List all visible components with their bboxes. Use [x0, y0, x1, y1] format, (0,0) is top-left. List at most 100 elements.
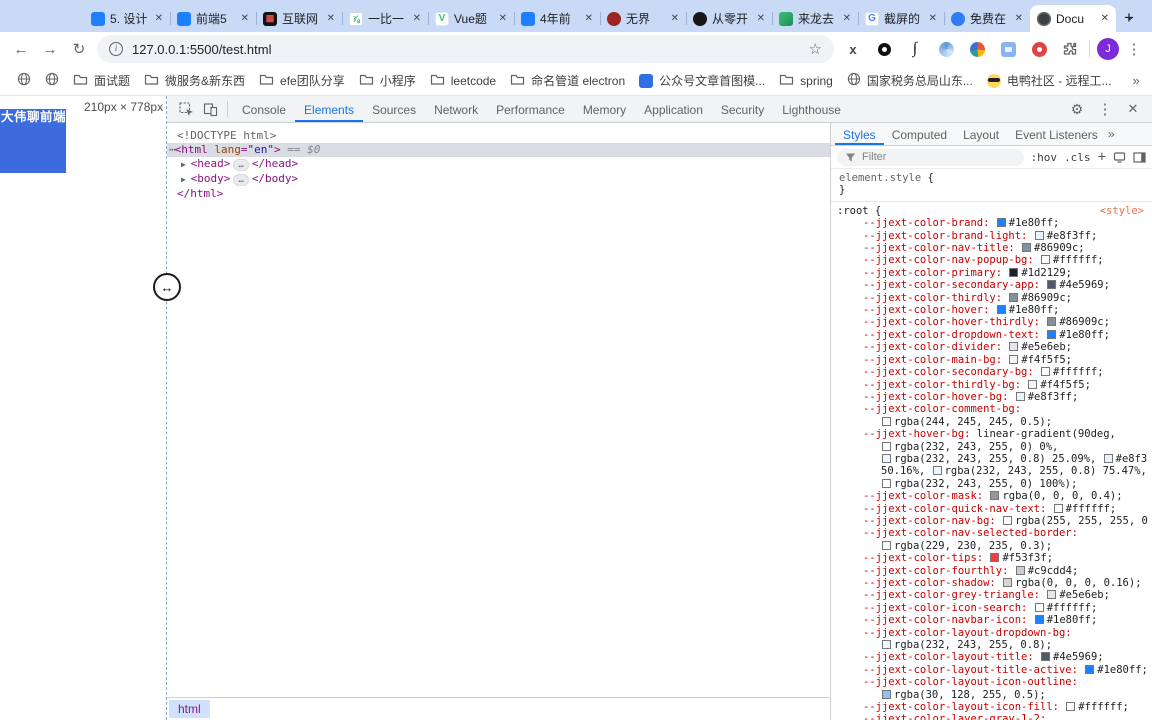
- styles-tab-layout[interactable]: Layout: [955, 124, 1007, 145]
- css-declaration[interactable]: --jjext-color-navbar-icon: #1e80ff;: [837, 614, 1148, 626]
- css-declaration[interactable]: --jjext-color-nav-bg: rgba(255, 255, 255…: [837, 515, 1148, 527]
- reload-button[interactable]: ↻: [68, 40, 90, 58]
- color-swatch[interactable]: [1022, 243, 1031, 252]
- tab-close-icon[interactable]: ✕: [413, 13, 421, 24]
- color-swatch[interactable]: [990, 553, 999, 562]
- color-swatch[interactable]: [882, 417, 891, 426]
- color-swatch[interactable]: [1009, 342, 1018, 351]
- toggle-hover-state[interactable]: :hov: [1031, 151, 1058, 164]
- css-declaration[interactable]: --jjext-color-grey-triangle: #e5e6eb;: [837, 589, 1148, 601]
- devtools-tab-application[interactable]: Application: [635, 97, 712, 122]
- extension-red-badge-icon[interactable]: [1027, 37, 1051, 61]
- css-declaration[interactable]: --jjext-color-comment-bg:: [837, 403, 1148, 415]
- styles-tab-event-listeners[interactable]: Event Listeners: [1007, 124, 1106, 145]
- extension-integral-icon[interactable]: ∫: [903, 37, 927, 61]
- bookmark-item[interactable]: 公众号文章首图模...: [632, 72, 772, 89]
- color-swatch[interactable]: [1028, 380, 1037, 389]
- css-declaration[interactable]: --jjext-color-thirdly: #86909c;: [837, 292, 1148, 304]
- css-declaration[interactable]: --jjext-color-layout-icon-outline:: [837, 676, 1148, 688]
- css-declaration[interactable]: rgba(232, 243, 255, 0) 0%,: [837, 441, 1148, 453]
- style-source-link[interactable]: <style>: [1100, 205, 1144, 217]
- device-toolbar-icon[interactable]: [198, 97, 222, 121]
- extension-x-icon[interactable]: x: [841, 37, 865, 61]
- browser-tab[interactable]: 5. 设计✕: [84, 5, 170, 32]
- tab-close-icon[interactable]: ✕: [1101, 13, 1109, 24]
- bookmark-item[interactable]: spring: [772, 73, 840, 89]
- color-swatch[interactable]: [1009, 268, 1018, 277]
- tab-close-icon[interactable]: ✕: [1015, 13, 1023, 24]
- css-declaration[interactable]: --jjext-color-nav-popup-bg: #ffffff;: [837, 254, 1148, 266]
- devtools-tab-lighthouse[interactable]: Lighthouse: [773, 97, 850, 122]
- tab-close-icon[interactable]: ✕: [929, 13, 937, 24]
- color-swatch[interactable]: [1035, 231, 1044, 240]
- devtools-tab-console[interactable]: Console: [233, 97, 295, 122]
- dom-node[interactable]: ▶ <head>…</head>: [167, 157, 830, 172]
- css-declaration[interactable]: --jjext-color-brand: #1e80ff;: [837, 217, 1148, 229]
- css-declaration[interactable]: --jjext-color-secondary-bg: #ffffff;: [837, 366, 1148, 378]
- root-rule[interactable]: :root { <style> --jjext-color-brand: #1e…: [831, 201, 1152, 720]
- bookmark-item[interactable]: 面试题: [66, 72, 137, 89]
- color-swatch[interactable]: [1003, 516, 1012, 525]
- color-swatch[interactable]: [1047, 280, 1056, 289]
- color-swatch[interactable]: [1035, 615, 1044, 624]
- root-selector[interactable]: :root {: [837, 205, 881, 217]
- css-declaration[interactable]: --jjext-color-divider: #e5e6eb;: [837, 341, 1148, 353]
- tab-close-icon[interactable]: ✕: [757, 13, 765, 24]
- browser-tab[interactable]: 来龙去✕: [772, 5, 858, 32]
- toggle-element-classes[interactable]: .cls: [1064, 151, 1091, 164]
- url-text[interactable]: 127.0.0.1:5500/test.html: [132, 42, 800, 57]
- css-declaration[interactable]: --jjext-color-nav-selected-border:: [837, 527, 1148, 539]
- tab-close-icon[interactable]: ✕: [671, 13, 679, 24]
- breadcrumb-html[interactable]: html: [169, 700, 210, 718]
- rendering-emulation-icon[interactable]: [1113, 151, 1126, 164]
- browser-tab[interactable]: Docu✕: [1030, 5, 1116, 32]
- color-swatch[interactable]: [1047, 590, 1056, 599]
- devtools-tab-performance[interactable]: Performance: [487, 97, 574, 122]
- color-swatch[interactable]: [1104, 454, 1113, 463]
- css-declaration[interactable]: --jjext-color-mask: rgba(0, 0, 0, 0.4);: [837, 490, 1148, 502]
- profile-avatar[interactable]: J: [1097, 38, 1119, 60]
- extensions-puzzle-icon[interactable]: [1058, 37, 1082, 61]
- css-declaration[interactable]: 50.16%, rgba(232, 243, 255, 0.8) 75.47%,: [837, 465, 1148, 477]
- color-swatch[interactable]: [1041, 255, 1050, 264]
- devtools-resize-handle[interactable]: ↔: [153, 273, 181, 301]
- bookmark-item[interactable]: [38, 72, 66, 89]
- css-declaration[interactable]: --jjext-color-secondary-app: #4e5969;: [837, 279, 1148, 291]
- devtools-tab-elements[interactable]: Elements: [295, 97, 363, 122]
- css-declaration[interactable]: --jjext-color-quick-nav-text: #ffffff;: [837, 503, 1148, 515]
- css-declaration[interactable]: --jjext-color-layout-icon-fill: #ffffff;: [837, 701, 1148, 713]
- bookmark-item[interactable]: 小程序: [352, 72, 423, 89]
- dom-node[interactable]: </html>: [167, 187, 830, 201]
- css-declaration[interactable]: --jjext-color-layer-gray-1-2:: [837, 713, 1148, 720]
- new-style-rule-button[interactable]: +: [1098, 149, 1106, 165]
- color-swatch[interactable]: [882, 454, 891, 463]
- css-declaration[interactable]: rgba(229, 230, 235, 0.3);: [837, 540, 1148, 552]
- color-swatch[interactable]: [1009, 355, 1018, 364]
- styles-tabs-overflow-chevron[interactable]: »: [1108, 127, 1115, 141]
- element-style-rule[interactable]: element.style { }: [831, 169, 1152, 201]
- bookmark-item[interactable]: 电鸭社区 - 远程工...: [980, 72, 1119, 89]
- back-button[interactable]: ←: [10, 41, 32, 58]
- bookmark-item[interactable]: [10, 72, 38, 89]
- browser-tab[interactable]: ▦互联网✕: [256, 5, 342, 32]
- css-declaration[interactable]: --jjext-color-brand-light: #e8f3ff;: [837, 230, 1148, 242]
- color-swatch[interactable]: [1047, 317, 1056, 326]
- bookmark-star-icon[interactable]: ☆: [809, 40, 822, 58]
- devtools-tab-network[interactable]: Network: [425, 97, 487, 122]
- devtools-tab-memory[interactable]: Memory: [574, 97, 635, 122]
- bookmark-item[interactable]: 微服务&新东西: [137, 72, 252, 89]
- styles-tab-styles[interactable]: Styles: [835, 124, 884, 145]
- chrome-menu-icon[interactable]: ⋮: [1126, 40, 1142, 58]
- color-swatch[interactable]: [997, 218, 1006, 227]
- site-info-icon[interactable]: i: [109, 42, 123, 56]
- css-declaration[interactable]: --jjext-color-fourthly: #c9cdd4;: [837, 565, 1148, 577]
- browser-tab[interactable]: 4年前✕: [514, 5, 600, 32]
- tab-close-icon[interactable]: ✕: [585, 13, 593, 24]
- css-declaration[interactable]: --jjext-color-icon-search: #ffffff;: [837, 602, 1148, 614]
- address-bar[interactable]: i 127.0.0.1:5500/test.html ☆: [97, 35, 834, 63]
- css-declaration[interactable]: --jjext-color-hover: #1e80ff;: [837, 304, 1148, 316]
- dom-node-selected[interactable]: ⋯<html lang="en"> == $0: [167, 143, 830, 157]
- color-swatch[interactable]: [1016, 392, 1025, 401]
- color-swatch[interactable]: [882, 479, 891, 488]
- color-swatch[interactable]: [882, 442, 891, 451]
